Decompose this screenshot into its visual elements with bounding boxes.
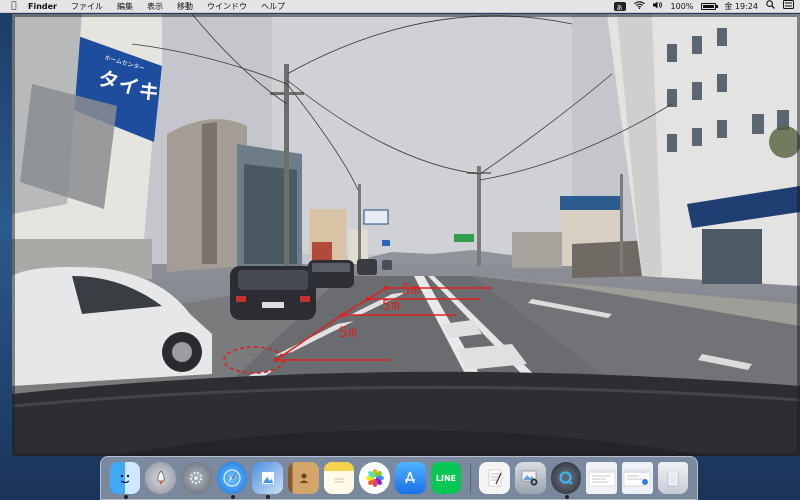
menu-file[interactable]: ファイル [64,0,110,13]
document-icon [488,469,502,487]
volume-icon[interactable] [652,0,663,13]
dock-textedit[interactable] [479,462,511,494]
menu-go[interactable]: 移動 [170,0,200,13]
wifi-icon[interactable] [633,0,645,13]
input-source-indicator[interactable]: あ [613,2,626,12]
dark-mini [230,266,316,320]
running-indicator [230,495,235,499]
battery-icon[interactable] [701,3,719,10]
photo-viewer[interactable]: ホームセンター タイキ 5m 5m 5m [12,14,800,456]
quicktime-icon [559,471,573,485]
annotation-label-middle: 5m [382,298,401,314]
apple-icon[interactable]:  [6,1,22,11]
dock-minimized-window-1[interactable] [586,462,618,494]
dock-quicktime[interactable] [550,462,582,499]
dock-finder[interactable] [109,462,141,499]
photo-preview-icon [261,472,274,484]
gear-icon [189,471,203,485]
menu-edit[interactable]: 編集 [110,0,140,13]
white-car [12,267,212,386]
dock-photos[interactable] [359,462,390,494]
clock[interactable]: 金 19:24 [724,0,758,13]
running-indicator [564,495,569,499]
annotation-label-far: 5m [402,282,421,298]
finder-icon [120,474,130,484]
search-icon[interactable] [766,0,775,13]
running-indicator [123,495,128,499]
menu-window[interactable]: ウインドウ [200,0,254,13]
running-indicator [266,495,271,499]
dock-safari[interactable] [216,462,248,499]
dock-notes[interactable] [323,462,355,494]
contact-card-icon [299,473,309,483]
trash-icon [667,470,680,487]
menu-app-name[interactable]: Finder [22,0,64,13]
image-capture-icon [522,470,538,486]
menu-help[interactable]: ヘルプ [254,0,292,13]
line-label: LINE [435,473,457,483]
annotation-label-near: 5m [339,325,358,341]
dock-system-preferences[interactable] [180,462,212,494]
menu-view[interactable]: 表示 [140,0,170,13]
battery-percent: 100% [670,2,694,11]
window-thumbnail-icon [588,469,616,487]
app-store-icon [405,471,416,484]
window-thumbnail-icon [624,469,651,487]
dock-preview[interactable] [252,462,283,499]
control-center-icon[interactable] [783,0,794,13]
dock-launchpad[interactable] [145,462,176,494]
rocket-icon [156,470,165,485]
dock-line[interactable]: LINE [430,462,462,494]
dock: LINE [100,456,698,500]
status-area: あ 100% 金 19:24 [606,0,794,13]
compass-icon [223,469,241,487]
dock-contacts[interactable] [287,462,319,494]
dock-app-store[interactable] [395,462,426,494]
dock-trash[interactable] [657,462,689,494]
notes-icon [333,478,344,483]
dock-separator [469,463,471,493]
menu-bar:  Finder ファイル 編集 表示 移動 ウインドウ ヘルプ あ 100% … [0,0,800,13]
photos-flower-icon [365,469,384,487]
dock-minimized-window-2[interactable] [622,462,653,494]
dock-image-capture[interactable] [515,462,546,494]
dark-sedan [308,260,354,288]
